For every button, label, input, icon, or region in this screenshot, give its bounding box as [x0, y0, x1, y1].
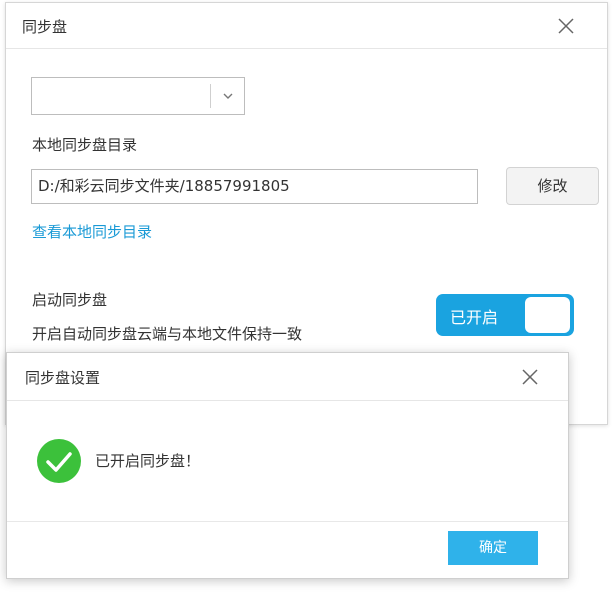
ok-button[interactable]: 确定 [448, 531, 538, 565]
toggle-label: 已开启 [450, 308, 499, 327]
account-dropdown[interactable] [31, 77, 245, 115]
success-message: 已开启同步盘！ [95, 452, 201, 470]
close-icon[interactable] [555, 15, 577, 37]
dialog-title: 同步盘 [22, 18, 68, 36]
sync-toggle[interactable]: 已开启 [436, 294, 574, 336]
toggle-knob[interactable] [525, 297, 570, 333]
dropdown-divider [210, 84, 211, 108]
start-sync-description: 开启自动同步盘云端与本地文件保持一致 [32, 325, 303, 343]
sync-settings-dialog: 同步盘设置 已开启同步盘！ 确定 [6, 352, 569, 579]
modify-button[interactable]: 修改 [506, 167, 599, 205]
chevron-down-icon[interactable] [218, 86, 238, 106]
close-icon[interactable] [519, 366, 541, 388]
sub-title-bar: 同步盘设置 [7, 353, 568, 401]
footer-divider [7, 521, 568, 522]
local-dir-label: 本地同步盘目录 [32, 136, 138, 154]
check-circle-icon [37, 439, 81, 483]
sync-path-field[interactable]: D:/和彩云同步文件夹/18857991805 [31, 169, 478, 204]
sub-dialog-title: 同步盘设置 [25, 369, 101, 387]
title-bar: 同步盘 [6, 3, 607, 49]
view-local-dir-link[interactable]: 查看本地同步目录 [32, 221, 152, 242]
start-sync-label: 启动同步盘 [32, 291, 108, 309]
